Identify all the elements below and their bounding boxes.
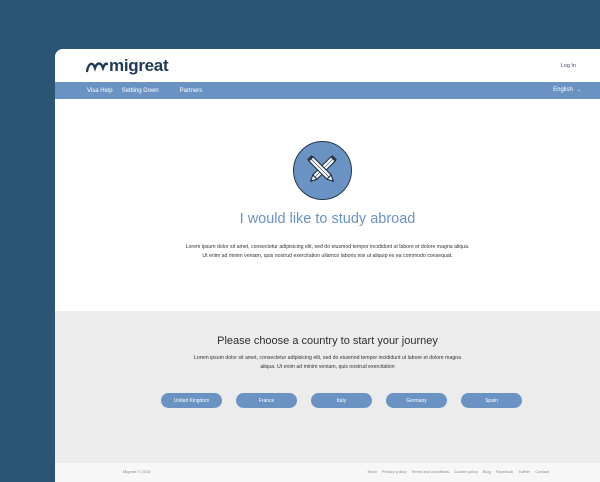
nav-item-settling-down[interactable]: Settling Down <box>122 88 159 94</box>
logo-text: migreat <box>109 56 169 75</box>
country-selection-section: Please choose a country to start your jo… <box>55 311 600 463</box>
copyright: Migreat © 2015 <box>123 469 151 474</box>
hero-title: I would like to study abroad <box>239 211 416 227</box>
chevron-down-icon: ⌄ <box>576 87 581 93</box>
footer-link-blog[interactable]: Blog <box>483 469 491 474</box>
logo[interactable]: migreat <box>86 56 169 76</box>
footer-link-facebook[interactable]: Facebook <box>496 469 514 474</box>
country-button-germany[interactable]: Germany <box>386 393 447 408</box>
country-button-france[interactable]: France <box>236 393 297 408</box>
footer-link-privacy-policy[interactable]: Privacy policy <box>382 469 406 474</box>
hero-description: Lorem ipsum dolor sit amet, consectetur … <box>185 244 470 259</box>
country-section-description: Lorem ipsum dolor sit amet, consectetur … <box>193 355 461 370</box>
footer-link-twitter[interactable]: Twitter <box>518 469 530 474</box>
footer-link-cookie-policy[interactable]: Cookie policy <box>454 469 478 474</box>
country-button-italy[interactable]: Italy <box>311 393 372 408</box>
login-link[interactable]: Log In <box>561 63 576 69</box>
nav-item-visa-help[interactable]: Visa Help <box>87 88 113 94</box>
hero-section: I would like to study abroad Lorem ipsum… <box>55 99 600 310</box>
footer: Migreat © 2015 Team Privacy policy Terms… <box>55 463 600 482</box>
country-button-united-kingdom[interactable]: United Kingdom <box>161 393 222 408</box>
language-selector[interactable]: English ⌄ <box>553 87 581 93</box>
pencils-crossed-icon <box>293 141 352 200</box>
country-buttons: United Kingdom France Italy Germany Spai… <box>161 393 536 408</box>
footer-link-terms[interactable]: Terms and conditions <box>411 469 449 474</box>
top-bar: migreat Log In <box>55 49 600 82</box>
country-button-spain[interactable]: Spain <box>461 393 522 408</box>
footer-link-team[interactable]: Team <box>367 469 377 474</box>
footer-links: Team Privacy policy Terms and conditions… <box>362 469 549 474</box>
language-label: English <box>553 87 573 93</box>
footer-link-contact[interactable]: Contact <box>535 469 549 474</box>
country-section-title: Please choose a country to start your jo… <box>217 335 438 347</box>
browser-window: migreat Log In Visa Help Settling Down P… <box>55 49 600 482</box>
nav-item-partners[interactable]: Partners <box>180 88 203 94</box>
logo-wave-icon <box>86 62 108 73</box>
main-nav: Visa Help Settling Down Partners English… <box>55 82 600 99</box>
